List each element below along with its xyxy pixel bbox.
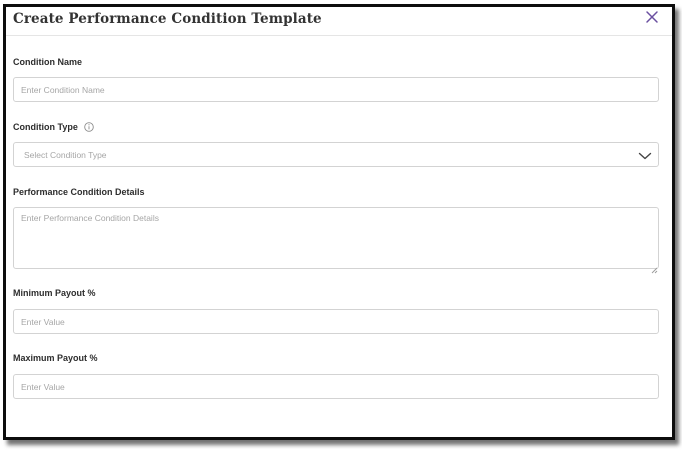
condition-type-label-row: Condition Type [13,122,95,132]
condition-type-placeholder: Select Condition Type [24,150,107,160]
details-textarea[interactable] [13,207,659,269]
details-label: Performance Condition Details [13,187,145,197]
resize-grip-icon[interactable] [651,261,658,274]
header-divider [6,35,672,36]
create-template-dialog: Create Performance Condition Template Co… [6,7,672,437]
condition-name-label: Condition Name [13,57,82,67]
condition-name-input[interactable] [13,77,659,102]
minimum-payout-input[interactable] [13,309,659,334]
dialog-title: Create Performance Condition Template [13,11,322,27]
condition-type-select[interactable]: Select Condition Type [13,142,659,167]
details-wrapper [13,207,659,274]
maximum-payout-input[interactable] [13,374,659,399]
close-icon[interactable] [644,9,660,25]
condition-type-label: Condition Type [13,122,78,132]
screenshot-frame: Create Performance Condition Template Co… [3,4,675,440]
info-icon[interactable] [84,122,95,132]
minimum-payout-label: Minimum Payout % [13,288,96,298]
chevron-down-icon[interactable] [638,149,652,161]
maximum-payout-label: Maximum Payout % [13,353,98,363]
